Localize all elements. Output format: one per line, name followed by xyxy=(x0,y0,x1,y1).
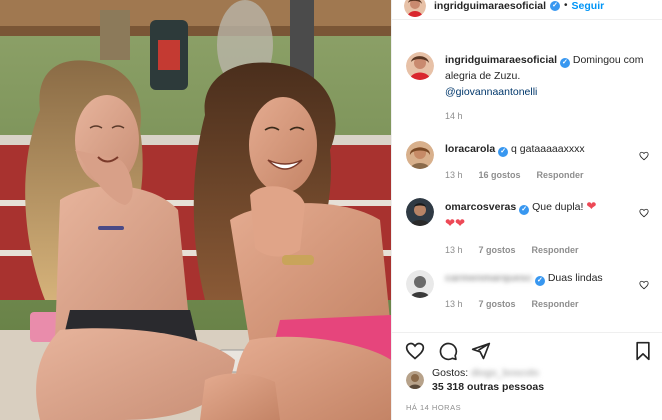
liked-by-username-blurred[interactable]: diogo_boscolo xyxy=(471,367,539,379)
commenter-avatar[interactable] xyxy=(406,198,434,226)
post-photo[interactable] xyxy=(0,0,391,420)
post-header: ingridguimaraesoficial ✓ • Seguir xyxy=(392,0,662,20)
verified-badge-icon: ✓ xyxy=(519,205,530,215)
likes-summary: Gostos: diogo_boscolo 35 318 outras pess… xyxy=(406,366,544,394)
verified-badge-icon: ✓ xyxy=(550,0,561,11)
reply-button[interactable]: Responder xyxy=(537,167,584,183)
instagram-post-view: ingridguimaraesoficial ✓ • Seguir ingrid… xyxy=(0,0,662,420)
commenter-avatar[interactable] xyxy=(406,270,434,298)
post-caption: ingridguimaraesoficial ✓ Domingou com al… xyxy=(406,52,656,124)
caption-author-avatar[interactable] xyxy=(406,52,434,80)
save-bookmark-icon[interactable] xyxy=(633,341,653,361)
author-avatar-image xyxy=(404,0,426,17)
post-action-bar xyxy=(392,332,662,366)
like-comment-heart-icon[interactable] xyxy=(639,280,649,290)
commenter-avatar-image xyxy=(406,141,434,169)
caption-avatar-image xyxy=(406,52,434,80)
comment-likes-count[interactable]: 7 gostos xyxy=(479,296,516,312)
commenter-username[interactable]: loracarola xyxy=(445,143,495,155)
post-age: HÁ 14 HORAS xyxy=(406,403,462,412)
comment-text: Duas lindas xyxy=(547,272,603,284)
author-username[interactable]: ingridguimaraesoficial xyxy=(434,0,546,12)
comment-bubble-icon[interactable] xyxy=(438,341,458,361)
post-sidebar: ingridguimaraesoficial ✓ • Seguir ingrid… xyxy=(391,0,662,420)
photo-illustration xyxy=(0,0,391,420)
comment-item: loracarola ✓ q gataaaaaxxxx 13 h 16 gost… xyxy=(406,141,656,183)
verified-badge-icon: ✓ xyxy=(559,58,570,68)
share-send-icon[interactable] xyxy=(471,341,491,361)
comment-likes-count[interactable]: 16 gostos xyxy=(479,167,521,183)
heart-emoji: ❤ xyxy=(586,199,597,213)
commenter-avatar-image xyxy=(406,270,434,298)
like-comment-heart-icon[interactable] xyxy=(639,208,649,218)
like-heart-icon[interactable] xyxy=(405,341,425,361)
comment-text: q gataaaaaxxxx xyxy=(511,143,585,155)
comment-item: carmenmarquesc ✓ Duas lindas 13 h 7 gost… xyxy=(406,270,656,312)
comment-likes-count[interactable]: 7 gostos xyxy=(479,242,516,258)
caption-timestamp: 14 h xyxy=(445,111,463,121)
caption-mention-link[interactable]: @giovannaantonelli xyxy=(445,86,537,98)
likes-label: Gostos: xyxy=(432,367,469,379)
commenter-username-blurred[interactable]: carmenmarquesc xyxy=(445,272,532,284)
verified-badge-icon: ✓ xyxy=(534,276,545,286)
verified-badge-icon: ✓ xyxy=(498,147,509,157)
commenter-avatar[interactable] xyxy=(406,141,434,169)
comment-timestamp: 13 h xyxy=(445,245,463,255)
heart-emoji-line: ❤❤ xyxy=(445,216,466,230)
liker-avatar-image xyxy=(406,371,424,389)
reply-button[interactable]: Responder xyxy=(532,296,579,312)
comment-timestamp: 13 h xyxy=(445,299,463,309)
commenter-avatar-image xyxy=(406,198,434,226)
likes-others-count[interactable]: 35 318 outras pessoas xyxy=(432,381,544,393)
follow-button[interactable]: Seguir xyxy=(572,0,605,12)
comment-text: Que dupla! xyxy=(532,201,584,213)
comment-item: omarcosveras ✓ Que dupla! ❤ ❤❤ 13 h 7 go… xyxy=(406,198,656,258)
reply-button[interactable]: Responder xyxy=(532,242,579,258)
comment-timestamp: 13 h xyxy=(445,170,463,180)
liker-avatar[interactable] xyxy=(406,371,424,389)
separator-dot: • xyxy=(564,0,568,11)
like-comment-heart-icon[interactable] xyxy=(639,151,649,161)
commenter-username[interactable]: omarcosveras xyxy=(445,201,516,213)
author-avatar[interactable] xyxy=(404,0,426,17)
caption-username[interactable]: ingridguimaraesoficial xyxy=(445,54,557,66)
